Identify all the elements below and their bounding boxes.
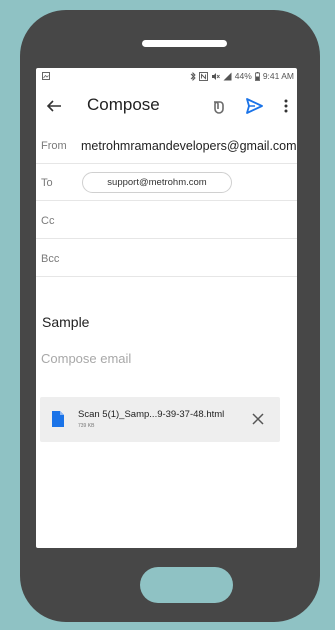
from-label: From [41, 140, 67, 152]
signal-icon [223, 72, 232, 80]
app-bar: Compose [36, 88, 297, 124]
subject-divider [36, 278, 297, 279]
status-icons: 44% 9:41 AM [190, 71, 294, 81]
back-arrow-icon[interactable] [44, 96, 64, 116]
home-button[interactable] [140, 567, 233, 603]
attachment-name: Scan 5(1)_Samp...9-39-37-48.html [78, 409, 225, 420]
status-bar: 44% 9:41 AM [36, 68, 297, 84]
nfc-icon [198, 71, 208, 81]
from-value[interactable]: metrohmramandevelopers@gmail.com [81, 139, 297, 153]
recipient-chip[interactable]: support@metrohm.com [82, 172, 232, 193]
image-notification-icon [42, 72, 50, 80]
phone-speaker [142, 40, 227, 47]
status-time: 9:41 AM [262, 71, 294, 81]
battery-icon [254, 71, 260, 81]
subject-field[interactable]: Sample [42, 314, 89, 330]
more-vert-icon[interactable] [279, 96, 293, 116]
bcc-row[interactable]: Bcc [36, 241, 297, 277]
bluetooth-icon [190, 71, 196, 81]
mute-icon [211, 72, 220, 80]
compose-body-input[interactable]: Compose email [41, 351, 131, 366]
attachment-size: 739 KB [78, 423, 95, 429]
cc-row[interactable]: Cc [36, 203, 297, 239]
phone-screen: 44% 9:41 AM Compose From metrohmramandev… [36, 68, 297, 548]
attachment-card[interactable]: Scan 5(1)_Samp...9-39-37-48.html 739 KB [40, 397, 280, 442]
to-label: To [41, 177, 53, 189]
cc-label: Cc [41, 215, 55, 227]
file-icon [52, 411, 64, 427]
close-icon[interactable] [250, 411, 266, 427]
page-title: Compose [87, 95, 160, 114]
send-icon[interactable] [244, 96, 264, 116]
battery-percent: 44% [234, 71, 252, 81]
from-row[interactable]: From metrohmramandevelopers@gmail.com [36, 128, 297, 164]
bcc-label: Bcc [41, 253, 60, 265]
attachment-icon[interactable] [207, 97, 227, 117]
to-row[interactable]: To support@metrohm.com [36, 165, 297, 201]
